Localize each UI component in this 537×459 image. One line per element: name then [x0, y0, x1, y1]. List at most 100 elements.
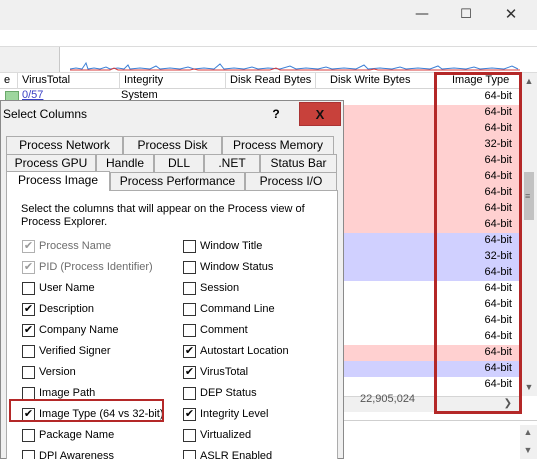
checkbox-checked-icon[interactable]: ✔ — [22, 407, 35, 421]
option-label: Process Name — [39, 240, 112, 252]
minimize-icon[interactable]: — — [400, 0, 444, 28]
option-package-name[interactable]: Package Name — [22, 427, 114, 443]
checkbox-unchecked-icon[interactable] — [183, 260, 196, 274]
option-process-name[interactable]: ✔ Process Name — [22, 238, 111, 254]
tab-process-memory[interactable]: Process Memory — [222, 136, 334, 154]
column-header-integrity[interactable]: Integrity — [120, 73, 226, 89]
option-label: Session — [200, 282, 240, 294]
checkbox-unchecked-icon[interactable] — [22, 281, 35, 295]
image-type-cell: 64-bit — [484, 90, 512, 102]
image-type-cell: 64-bit — [484, 122, 512, 134]
process-list-vscrollbar[interactable]: ▲ ≡ ▼ — [520, 73, 537, 396]
column-header-virustotal[interactable]: VirusTotal — [18, 73, 120, 89]
option-virtualized[interactable]: Virtualized — [183, 427, 251, 443]
checkbox-unchecked-icon[interactable] — [22, 428, 35, 442]
image-type-cell: 64-bit — [484, 330, 512, 342]
option-comment[interactable]: Comment — [183, 322, 248, 338]
tab-process-io[interactable]: Process I/O — [245, 172, 337, 190]
checkbox-checked-icon[interactable]: ✔ — [183, 344, 196, 358]
image-type-cell: 64-bit — [484, 186, 512, 198]
lower-pane-vscrollbar[interactable]: ▲ ▼ — [520, 425, 537, 459]
option-dep-status[interactable]: DEP Status — [183, 385, 257, 401]
option-label: DPI Awareness — [39, 450, 115, 459]
column-header-truncated[interactable]: e — [0, 73, 18, 89]
scroll-down-arrow-icon[interactable]: ▼ — [521, 379, 537, 395]
checkbox-unchecked-icon[interactable] — [183, 302, 196, 316]
checkbox-unchecked-icon[interactable] — [183, 386, 196, 400]
image-type-cell: 64-bit — [484, 202, 512, 214]
option-virustotal[interactable]: ✔ VirusTotal — [183, 364, 248, 380]
option-integrity-level[interactable]: ✔ Integrity Level — [183, 406, 268, 422]
option-window-title[interactable]: Window Title — [183, 238, 262, 254]
checkbox-unchecked-icon[interactable] — [183, 239, 196, 253]
option-label: Verified Signer — [39, 345, 111, 357]
option-dpi-awareness[interactable]: DPI Awareness — [22, 448, 114, 459]
image-type-cell: 64-bit — [484, 298, 512, 310]
process-image-tab-panel: Select the columns that will appear on t… — [6, 190, 338, 459]
tab-process-performance[interactable]: Process Performance — [110, 172, 245, 190]
checkbox-checked-icon[interactable]: ✔ — [183, 407, 196, 421]
scroll-up-arrow-icon[interactable]: ▲ — [520, 427, 536, 437]
image-type-cell: 64-bit — [484, 346, 512, 358]
cpu-graph — [70, 61, 520, 71]
option-company-name[interactable]: ✔ Company Name — [22, 322, 118, 338]
tab-process-image[interactable]: Process Image — [6, 171, 110, 191]
column-header-disk-write-bytes[interactable]: Disk Write Bytes — [316, 73, 436, 89]
option-version[interactable]: Version — [22, 364, 76, 380]
process-column-header: e VirusTotal Integrity Disk Read Bytes D… — [0, 73, 520, 89]
option-aslr-enabled[interactable]: ASLR Enabled — [183, 448, 272, 459]
tab-process-network[interactable]: Process Network — [6, 136, 123, 154]
checkbox-checked-icon[interactable]: ✔ — [22, 302, 35, 316]
option-image-path[interactable]: Image Path — [22, 385, 95, 401]
checkbox-unchecked-icon[interactable] — [22, 344, 35, 358]
option-verified-signer[interactable]: Verified Signer — [22, 343, 111, 359]
option-label: ASLR Enabled — [200, 450, 273, 459]
option-image-type-64-vs-32-bit[interactable]: ✔ Image Type (64 vs 32-bit) — [22, 406, 164, 422]
option-session[interactable]: Session — [183, 280, 239, 296]
tab-process-disk[interactable]: Process Disk — [123, 136, 222, 154]
partial-row-value: 22,905,024 — [360, 393, 416, 405]
option-autostart-location[interactable]: ✔ Autostart Location — [183, 343, 289, 359]
image-type-cell: 64-bit — [484, 314, 512, 326]
option-pid-process-identifier[interactable]: ✔ PID (Process Identifier) — [22, 259, 153, 275]
checkbox-unchecked-icon[interactable] — [183, 323, 196, 337]
graph-divider — [0, 47, 60, 72]
option-label: Comment — [200, 324, 248, 336]
column-header-image-type[interactable]: Image Type — [436, 73, 520, 89]
option-command-line[interactable]: Command Line — [183, 301, 275, 317]
option-label: User Name — [39, 282, 95, 294]
option-user-name[interactable]: User Name — [22, 280, 95, 296]
tab-process-gpu[interactable]: Process GPU — [6, 154, 96, 172]
checkbox-checked-icon[interactable]: ✔ — [22, 323, 35, 337]
checkbox-unchecked-icon[interactable] — [22, 386, 35, 400]
process-list-hscrollbar[interactable]: 22,905,024 ❯ — [342, 393, 520, 412]
option-label: DEP Status — [200, 387, 257, 399]
checkbox-unchecked-icon[interactable] — [183, 281, 196, 295]
option-label: Window Status — [200, 261, 274, 273]
tab-dotnet[interactable]: .NET — [204, 154, 260, 172]
checkbox-unchecked-icon[interactable] — [22, 365, 35, 379]
close-icon[interactable]: ✕ — [489, 0, 533, 28]
tab-status-bar[interactable]: Status Bar — [260, 154, 337, 172]
option-description[interactable]: ✔ Description — [22, 301, 94, 317]
option-label: VirusTotal — [200, 366, 249, 378]
column-header-disk-read-bytes[interactable]: Disk Read Bytes — [226, 73, 316, 89]
image-type-cell: 64-bit — [484, 362, 512, 374]
dialog-title: Select Columns — [3, 107, 88, 121]
scroll-right-arrow-icon[interactable]: ❯ — [504, 398, 512, 409]
scroll-down-arrow-icon[interactable]: ▼ — [520, 445, 536, 455]
option-label: Image Path — [39, 387, 96, 399]
help-button[interactable]: ? — [255, 102, 297, 126]
option-label: Window Title — [200, 240, 263, 252]
dialog-close-button[interactable]: X — [299, 102, 341, 126]
option-label: Autostart Location — [200, 345, 289, 357]
tab-handle[interactable]: Handle — [96, 154, 154, 172]
checkbox-unchecked-icon[interactable] — [22, 449, 35, 459]
checkbox-unchecked-icon[interactable] — [183, 449, 196, 459]
checkbox-unchecked-icon[interactable] — [183, 428, 196, 442]
tab-dll[interactable]: DLL — [154, 154, 204, 172]
maximize-icon[interactable]: ☐ — [444, 0, 488, 28]
scroll-up-arrow-icon[interactable]: ▲ — [521, 73, 537, 89]
option-window-status[interactable]: Window Status — [183, 259, 273, 275]
checkbox-checked-icon[interactable]: ✔ — [183, 365, 196, 379]
